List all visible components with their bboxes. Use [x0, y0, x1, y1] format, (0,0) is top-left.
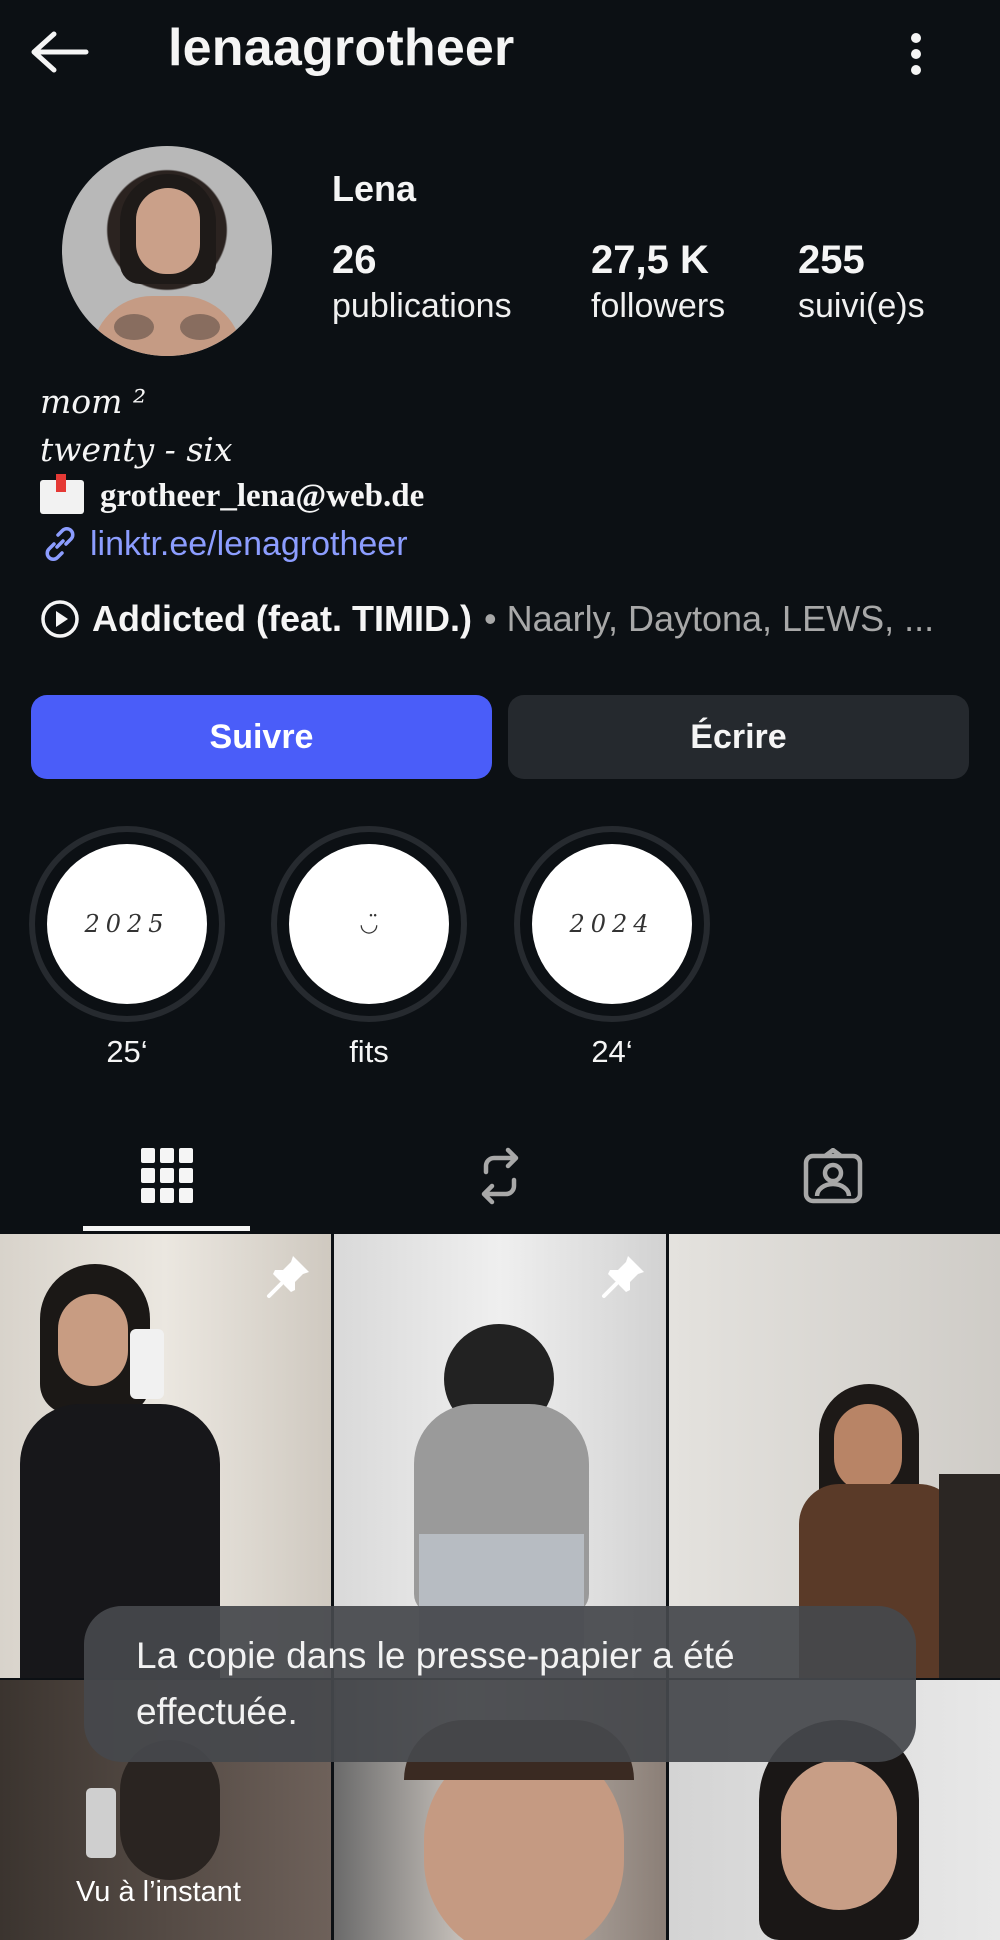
highlight-item[interactable]: ◡̈ fits — [271, 826, 467, 1070]
stat-publications-label: publications — [332, 287, 512, 325]
avatar-tattoo-right — [180, 314, 220, 340]
highlight-label: 25‘ — [106, 1034, 148, 1069]
stat-followers[interactable]: 27,5 K followers — [591, 236, 725, 328]
highlight-cover-text: ◡̈ — [289, 844, 449, 1004]
music-artists: • Naarly, Daytona, LEWS, ... — [484, 598, 935, 639]
pin-icon — [602, 1256, 644, 1298]
post-phone — [130, 1329, 164, 1399]
highlight-label: fits — [349, 1034, 389, 1069]
clipboard-toast: La copie dans le presse-papier a été eff… — [84, 1606, 916, 1762]
follow-button[interactable]: Suivre — [31, 695, 492, 779]
grid-icon — [140, 1148, 193, 1203]
seen-now-label: Vu à l’instant — [76, 1876, 241, 1908]
tab-reposts[interactable] — [333, 1120, 666, 1232]
profile-music[interactable]: Addicted (feat. TIMID.) • Naarly, Dayton… — [40, 598, 934, 640]
repost-icon — [481, 1147, 518, 1205]
highlight-item[interactable]: 2024 24‘ — [514, 826, 710, 1070]
stat-following-label: suivi(e)s — [798, 287, 925, 325]
stat-publications[interactable]: 26 publications — [332, 236, 512, 328]
more-vertical-icon — [911, 33, 921, 75]
profile-username: lenaagrotheer — [168, 19, 515, 77]
stat-following-value: 255 — [798, 238, 865, 282]
stat-followers-label: followers — [591, 287, 726, 325]
highlight-cover-text: 2024 — [532, 844, 692, 1004]
bio-line-1: mom ² — [40, 382, 147, 421]
highlight-item[interactable]: 2025 25‘ — [29, 826, 225, 1070]
profile-tabs — [0, 1120, 1000, 1232]
bio-email: grotheer_lena@web.de — [40, 473, 425, 515]
bio-link[interactable]: linktr.ee/lenagrotheer — [40, 524, 408, 564]
message-button[interactable]: Écrire — [508, 695, 969, 779]
tab-posts[interactable] — [0, 1120, 333, 1232]
highlight-label: 24‘ — [591, 1034, 633, 1069]
pin-icon — [267, 1256, 309, 1298]
back-button[interactable] — [28, 22, 98, 82]
play-circle-icon — [41, 600, 79, 638]
link-icon — [45, 527, 75, 561]
avatar-tattoo-left — [114, 314, 154, 340]
incoming-mail-icon — [40, 473, 84, 514]
bio-email-text: grotheer_lena@web.de — [100, 478, 425, 514]
post-chair — [939, 1474, 1000, 1678]
post-figure-face — [781, 1760, 897, 1910]
post-phone — [86, 1788, 116, 1858]
bio-line-2: twenty - six — [40, 430, 233, 469]
bio-link-text: linktr.ee/lenagrotheer — [90, 524, 408, 563]
display-name: Lena — [332, 168, 417, 209]
highlight-ring: 2025 — [29, 826, 225, 1022]
tab-tagged[interactable] — [666, 1120, 999, 1232]
stat-publications-value: 26 — [332, 238, 377, 282]
post-figure-face — [58, 1294, 128, 1386]
highlight-cover-text: 2025 — [47, 844, 207, 1004]
highlight-ring: ◡̈ — [271, 826, 467, 1022]
avatar[interactable] — [62, 146, 272, 356]
arrow-left-icon — [31, 31, 89, 73]
more-options-button[interactable] — [894, 24, 938, 84]
post-figure-face — [834, 1404, 902, 1492]
highlight-ring: 2024 — [514, 826, 710, 1022]
top-bar: lenaagrotheer — [0, 0, 1000, 104]
stat-following[interactable]: 255 suivi(e)s — [798, 236, 925, 328]
stat-followers-value: 27,5 K — [591, 238, 709, 282]
tagged-icon — [803, 1148, 862, 1204]
avatar-face — [136, 188, 200, 274]
active-tab-indicator — [83, 1226, 250, 1231]
music-track: Addicted (feat. TIMID.) — [92, 598, 472, 639]
